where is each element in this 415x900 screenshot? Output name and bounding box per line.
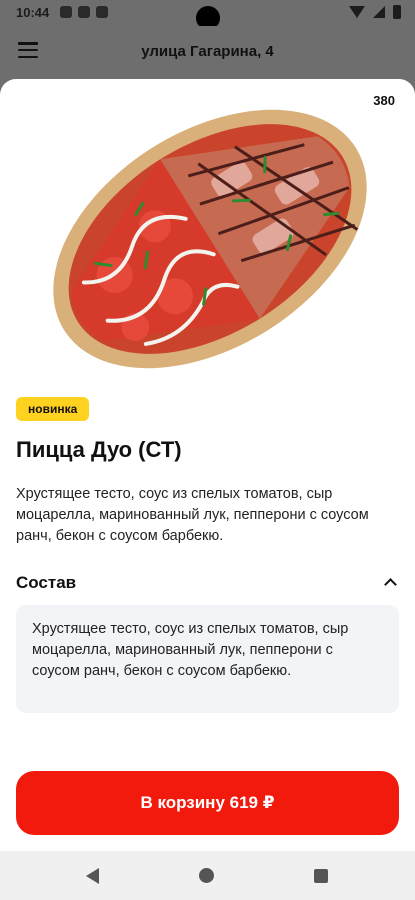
gear-icon <box>60 6 72 18</box>
status-time: 10:44 <box>16 5 50 20</box>
delivery-address[interactable]: улица Гагарина, 4 <box>0 43 415 60</box>
app-bar: улица Гагарина, 4 <box>0 26 415 78</box>
product-sheet: 380 новинка Пицца Дуо (СТ) Хрустящее тес… <box>0 79 415 851</box>
signal-icon <box>373 6 385 18</box>
composition-toggle[interactable]: Состав <box>16 573 399 597</box>
back-icon[interactable] <box>86 868 99 884</box>
add-to-cart-button[interactable]: В корзину 619 ₽ <box>16 771 399 835</box>
new-badge: новинка <box>16 397 90 421</box>
home-icon[interactable] <box>199 868 214 883</box>
system-nav-bar <box>0 851 415 900</box>
recent-apps-icon[interactable] <box>314 869 328 883</box>
product-description: Хрустящее тесто, соус из спелых томатов,… <box>16 486 369 544</box>
status-notification-icons <box>60 6 108 18</box>
product-title: Пицца Дуо (СТ) <box>16 437 182 462</box>
assistant-icon <box>78 6 90 18</box>
pizza-duo-image <box>53 109 367 369</box>
sim-icon <box>96 6 108 18</box>
chevron-up-icon[interactable] <box>384 578 397 591</box>
status-bar: 10:44 <box>0 0 415 30</box>
composition-text: Хрустящее тесто, соус из спелых томатов,… <box>16 605 399 713</box>
composition-title: Состав <box>16 573 77 592</box>
status-system-icons <box>349 5 401 19</box>
wifi-icon <box>349 6 365 18</box>
battery-icon <box>393 5 401 19</box>
product-weight: 380 <box>373 93 395 108</box>
